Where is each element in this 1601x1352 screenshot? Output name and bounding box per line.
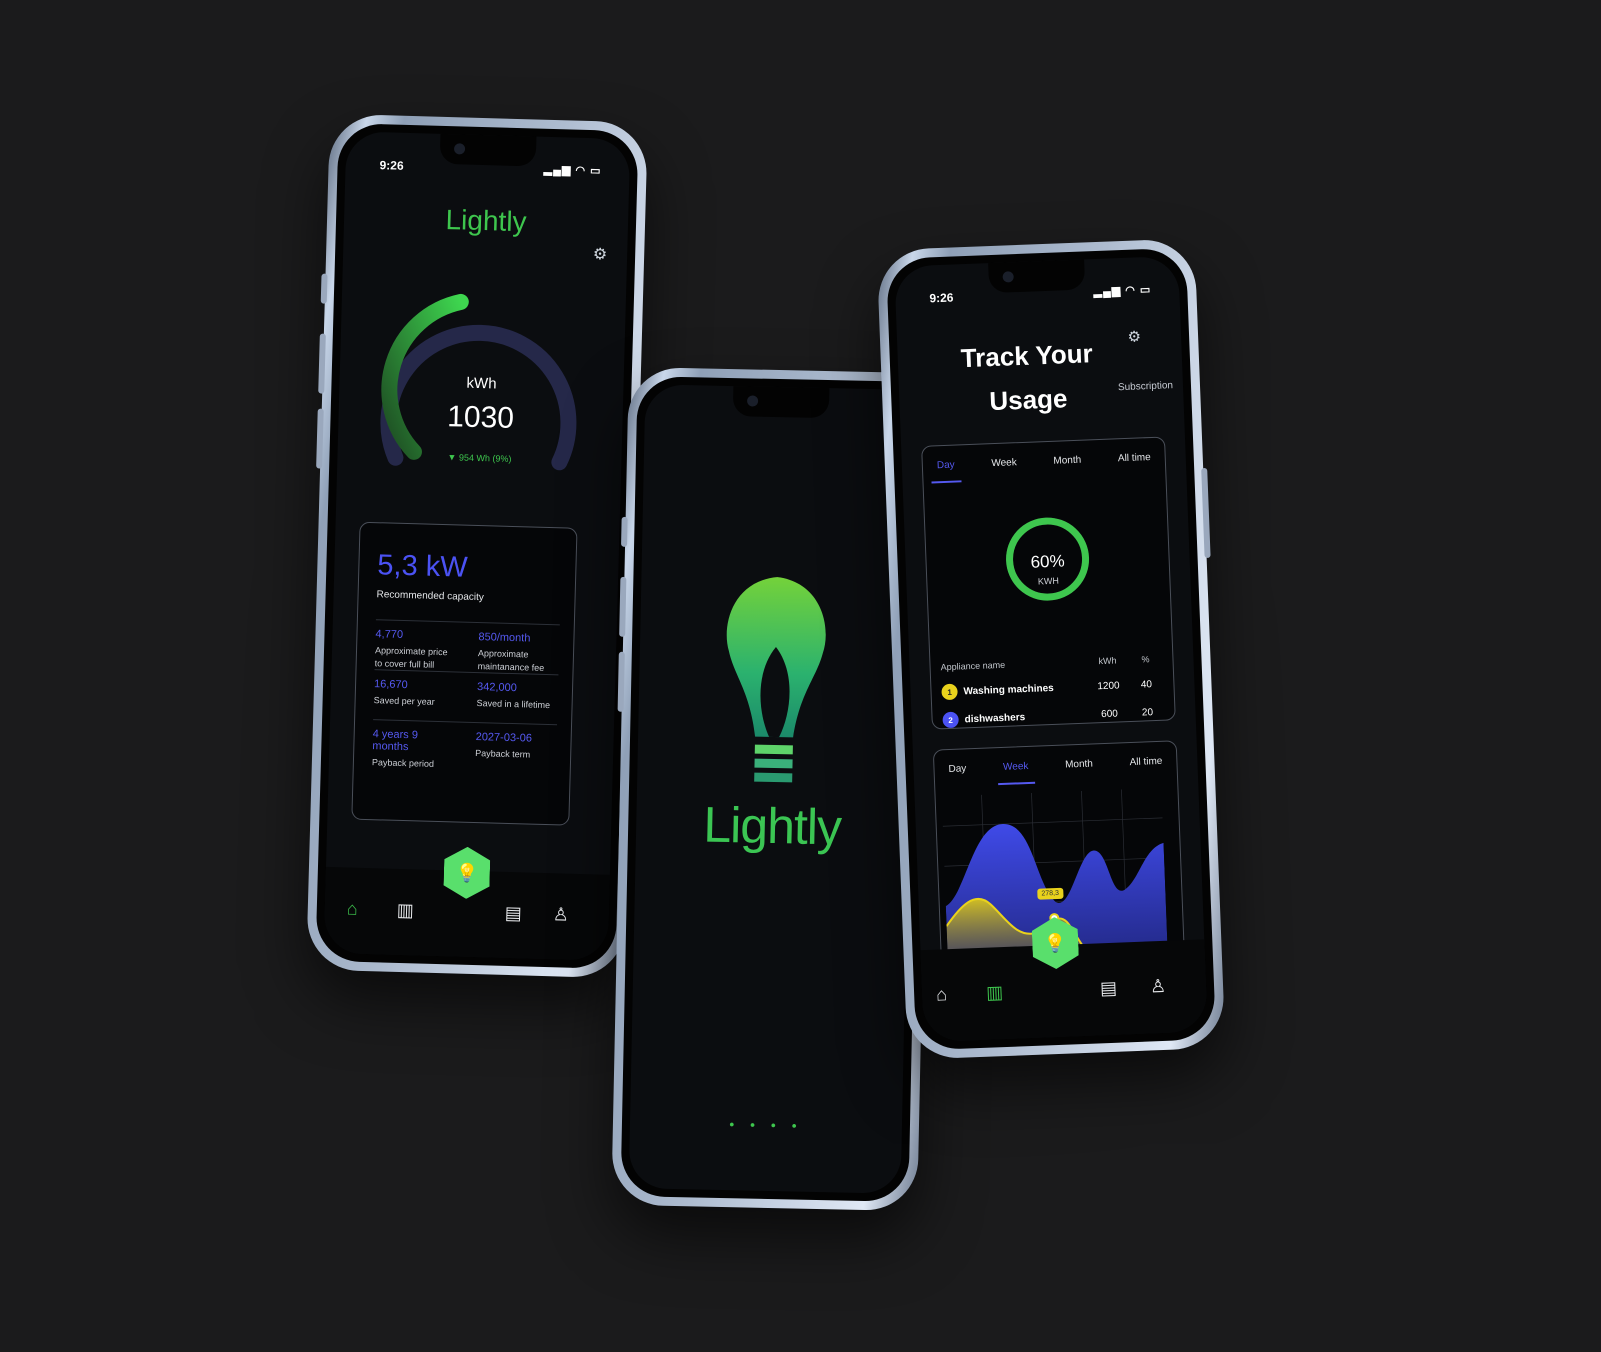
- power-button: [1201, 467, 1211, 559]
- lightbulb-leaf-logo: [726, 577, 826, 783]
- cell-value: 342,000: [476, 681, 517, 695]
- capacity-label: Recommended capacity: [376, 589, 484, 604]
- capacity-value: 5,3 kW: [376, 549, 469, 584]
- volume-up-button: [318, 333, 326, 394]
- front-camera: [1002, 271, 1014, 283]
- page-title: Track Your Usage: [960, 338, 1094, 417]
- tab-all-time[interactable]: All time: [1123, 756, 1169, 781]
- appliance-cell: 2 dishwashers: [942, 707, 1087, 729]
- tab-day[interactable]: Day: [930, 459, 962, 484]
- subscription-link[interactable]: Subscription: [1118, 380, 1173, 393]
- bulb-base-2: [754, 758, 793, 769]
- tab-month[interactable]: Month: [1059, 758, 1100, 783]
- bottom-nav: 💡 ⌂ ▥ ▤ ♙: [323, 843, 611, 961]
- notch: [988, 259, 1086, 294]
- user-icon[interactable]: ♙: [1150, 976, 1167, 998]
- appliance-kwh: 1200: [1097, 679, 1120, 692]
- cell-label: Saved per year: [373, 695, 435, 707]
- usage-tabs: Day Week Month All time: [930, 452, 1158, 484]
- front-camera: [747, 395, 759, 407]
- rank-badge: 2: [942, 711, 959, 729]
- gear-icon[interactable]: ⚙: [1127, 327, 1141, 346]
- signal-wifi-battery-icon: ▂▄▆ ◠ ▭: [1093, 283, 1152, 299]
- capacity-cell: 850/month Approximate maintanance fee: [478, 631, 560, 673]
- capacity-cell: 2027-03-06 Payback term: [475, 731, 557, 768]
- cell-value: 4 years 9 months: [372, 728, 419, 754]
- home-icon[interactable]: ⌂: [347, 899, 358, 920]
- volume-down-button: [617, 651, 625, 712]
- capacity-cell: 4,770 Approximate price to cover full bi…: [375, 628, 457, 670]
- bar-chart-icon[interactable]: ▥: [397, 900, 415, 921]
- dashboard-screen: 9:26 ▂▄▆ ◠ ▭ Lightly ⚙ kWh 1030 ▼ 954 Wh…: [323, 131, 631, 961]
- volume-down-button: [316, 408, 324, 469]
- cell-label: Payback term: [475, 748, 531, 760]
- usage-screen: 9:26 ▂▄▆ ◠ ▭ Track Your Usage ⚙ Subscrip…: [894, 255, 1208, 1043]
- loading-dots: • • • •: [729, 1116, 803, 1134]
- header-appliance: Appliance name: [940, 659, 1006, 673]
- tab-week[interactable]: Week: [996, 760, 1036, 786]
- mute-switch: [320, 273, 328, 304]
- appliance-name: Washing machines: [963, 682, 1054, 697]
- tab-day[interactable]: Day: [942, 763, 973, 787]
- tab-all-time[interactable]: All time: [1112, 452, 1158, 477]
- cell-value: 16,670: [373, 678, 408, 692]
- front-camera: [453, 143, 466, 155]
- appliance-table: Appliance name kWh % 1 Washing machines …: [940, 648, 1163, 734]
- cell-value: 2027-03-06: [475, 731, 533, 745]
- brand-logo: Lightly: [445, 204, 527, 238]
- capacity-row: 4,770 Approximate price to cover full bi…: [374, 619, 560, 675]
- bulb-base-3: [754, 772, 793, 783]
- appliance-cell: 1 Washing machines: [941, 679, 1086, 701]
- mute-switch: [621, 516, 628, 547]
- capacity-row: 16,670 Saved per year 342,000 Saved in a…: [373, 669, 559, 725]
- notch: [439, 133, 537, 167]
- tab-week[interactable]: Week: [985, 457, 1023, 481]
- appliance-pct: 20: [1141, 706, 1154, 719]
- brand-wordmark: Lightly: [702, 796, 842, 856]
- cell-value: 4,770: [375, 628, 404, 641]
- cell-label: Payback period: [371, 757, 435, 769]
- header-kwh: kWh: [1098, 655, 1117, 667]
- cell-label: Approximate price to cover full bill: [374, 645, 448, 670]
- tab-month[interactable]: Month: [1047, 454, 1088, 479]
- home-icon[interactable]: ⌂: [936, 984, 948, 1005]
- appliance-kwh: 600: [1100, 707, 1119, 720]
- chart-tooltip: 278,3: [1037, 887, 1064, 900]
- status-time: 9:26: [929, 290, 954, 306]
- cell-label: Approximate maintanance fee: [477, 648, 545, 673]
- appliance-pct: 40: [1140, 678, 1153, 691]
- chart-tabs: Day Week Month All time: [942, 756, 1169, 788]
- phone-usage: 9:26 ▂▄▆ ◠ ▭ Track Your Usage ⚙ Subscrip…: [876, 238, 1226, 1060]
- status-time: 9:26: [379, 158, 404, 173]
- bulb-base-1: [754, 744, 793, 755]
- cell-label: Saved in a lifetime: [476, 698, 551, 711]
- capacity-grid: 4,770 Approximate price to cover full bi…: [371, 619, 560, 775]
- capacity-cell: 4 years 9 months Payback period: [372, 728, 454, 769]
- document-icon[interactable]: ▤: [504, 903, 522, 924]
- signal-wifi-battery-icon: ▂▄▆ ◠ ▭: [543, 163, 602, 178]
- capacity-card: 5,3 kW Recommended capacity 4,770 Approx…: [351, 521, 578, 826]
- usage-card: Day Week Month All time 60% KWH Applianc…: [921, 436, 1176, 730]
- document-icon[interactable]: ▤: [1100, 978, 1118, 1000]
- capacity-row: 4 years 9 months Payback period 2027-03-…: [371, 719, 558, 775]
- phone-dashboard: 9:26 ▂▄▆ ◠ ▭ Lightly ⚙ kWh 1030 ▼ 954 Wh…: [306, 113, 648, 979]
- rank-badge: 1: [941, 683, 958, 701]
- bar-chart-icon[interactable]: ▥: [986, 982, 1004, 1004]
- header-pct: %: [1141, 654, 1150, 665]
- cell-value: 850/month: [478, 631, 531, 645]
- bottom-nav: 💡 ⌂ ▥ ▤ ♙: [920, 939, 1208, 1043]
- capacity-cell: 16,670 Saved per year: [373, 678, 455, 715]
- notch: [732, 386, 830, 419]
- capacity-cell: 342,000 Saved in a lifetime: [476, 681, 558, 718]
- splash-screen: Lightly • • • •: [628, 384, 918, 1194]
- appliance-name: dishwashers: [964, 711, 1026, 725]
- user-icon[interactable]: ♙: [552, 904, 569, 925]
- gear-icon[interactable]: ⚙: [593, 244, 608, 264]
- volume-up-button: [619, 576, 627, 637]
- gauge-delta-text: 954 Wh (9%): [458, 452, 512, 464]
